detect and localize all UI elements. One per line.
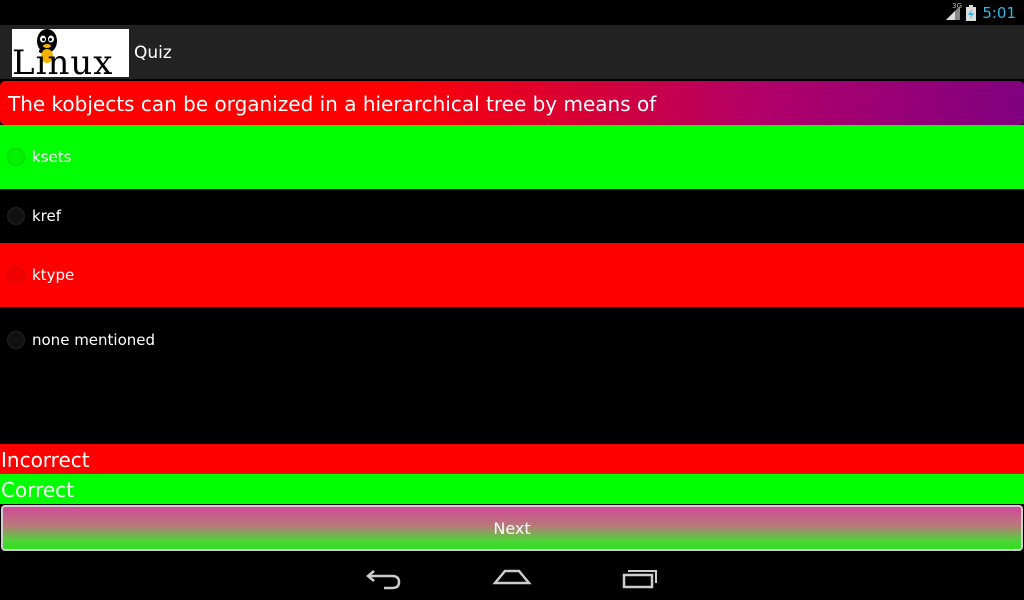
radio-button[interactable] xyxy=(7,266,25,284)
option-ktype[interactable]: ktype xyxy=(0,243,1024,307)
status-bar: 3G 5:01 xyxy=(0,0,1024,25)
radio-button[interactable] xyxy=(7,148,25,166)
linux-logo: Linux xyxy=(12,29,129,77)
back-icon[interactable] xyxy=(364,563,404,591)
navigation-bar xyxy=(0,553,1024,600)
option-kref[interactable]: kref xyxy=(0,189,1024,243)
correct-label: Correct xyxy=(0,474,1024,504)
action-bar: Linux Quiz xyxy=(0,25,1024,79)
recent-apps-icon[interactable] xyxy=(620,563,660,591)
incorrect-label: Incorrect xyxy=(0,444,1024,474)
option-ksets[interactable]: ksets xyxy=(0,125,1024,189)
next-button[interactable]: Next xyxy=(1,505,1023,551)
logo-text: Linux xyxy=(12,43,114,77)
option-label: ktype xyxy=(32,266,75,284)
question-banner: The kobjects can be organized in a hiera… xyxy=(0,81,1024,125)
question-text: The kobjects can be organized in a hiera… xyxy=(8,92,657,116)
option-label: kref xyxy=(32,207,62,225)
app-title: Quiz xyxy=(134,43,172,63)
status-icons: 5:01 xyxy=(946,2,1016,23)
battery-charging-icon xyxy=(966,4,977,21)
home-icon[interactable] xyxy=(492,563,532,591)
radio-button[interactable] xyxy=(7,207,25,225)
clock: 5:01 xyxy=(982,3,1016,22)
option-label: none mentioned xyxy=(32,331,156,349)
option-label: ksets xyxy=(32,148,72,166)
radio-button[interactable] xyxy=(7,331,25,349)
option-none-mentioned[interactable]: none mentioned xyxy=(0,307,1024,373)
signal-icon xyxy=(946,5,961,20)
